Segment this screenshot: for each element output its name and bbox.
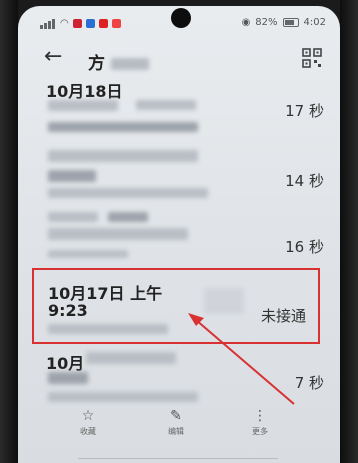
call-log-item[interactable]: 14 秒 [18,144,340,200]
battery-percent: 82% [255,17,278,28]
contact-name: 方 [88,49,149,74]
redacted-text [136,100,196,110]
eye-icon: ◉ [241,17,251,28]
app-notification-icon [72,19,82,28]
redacted-text [86,352,176,364]
call-time: 9:23 [48,301,88,320]
phone-edge-right [340,0,358,463]
wifi-icon: ◠ [60,18,69,29]
call-date: 10月18日 [46,82,123,101]
status-icons-right: ◉ 82% 4:02 [242,17,326,28]
app-notification-icon [85,19,95,28]
more-icon: ⋮ [253,408,267,424]
redacted-number [48,324,168,334]
redacted-text [48,100,118,111]
battery-icon [282,18,299,27]
redacted-text [48,372,88,384]
call-duration: 14 秒 [285,172,324,190]
phone-screen: ◠ ◉ 82% 4:02 ← 方 10月18日 17 秒 14 秒 16 秒 1… [18,6,340,463]
edit-button[interactable]: ✎ 编辑 [156,408,196,437]
call-status: 未接通 [260,307,306,325]
qr-code-icon[interactable] [302,48,322,68]
clock: 4:02 [303,17,326,28]
bottom-toolbar: ☆ 收藏 ✎ 编辑 ⋮ 更多 [18,408,340,463]
highlighted-call-item[interactable]: 10月17日 上午 9:23 未接通 [32,268,320,344]
call-date: 10月 [46,354,85,373]
redacted-text [108,212,148,222]
app-notification-icon [98,19,108,28]
arrow-left-icon[interactable]: ← [44,46,62,68]
favorite-button[interactable]: ☆ 收藏 [68,408,108,437]
call-log-item[interactable]: 10月18日 17 秒 [18,72,340,136]
redacted-text [48,170,96,182]
redacted-text [48,150,198,162]
phone-edge-left [0,0,18,463]
pencil-icon: ✎ [170,408,182,424]
redacted-text [204,288,244,314]
signal-icon [40,18,56,29]
redacted-name [110,58,149,70]
call-log-item[interactable]: 16 秒 [18,206,340,266]
more-label: 更多 [252,427,268,436]
call-duration: 17 秒 [285,102,324,120]
redacted-number [48,250,128,258]
redacted-text [48,212,98,222]
call-duration: 7 秒 [294,374,324,392]
more-button[interactable]: ⋮ 更多 [240,408,280,437]
app-notification-icon [111,19,121,28]
redacted-number [48,392,198,402]
nav-divider [78,458,278,459]
edit-label: 编辑 [168,427,184,436]
call-duration: 16 秒 [285,238,324,256]
redacted-number [48,188,208,198]
call-log-item[interactable]: 10月 7 秒 [18,346,340,406]
redacted-number [48,122,198,132]
status-icons-left: ◠ [40,18,121,29]
contact-name-prefix: 方 [88,54,105,74]
star-icon: ☆ [81,408,95,424]
redacted-text [48,228,188,240]
favorite-label: 收藏 [80,427,96,436]
camera-notch [171,8,191,28]
